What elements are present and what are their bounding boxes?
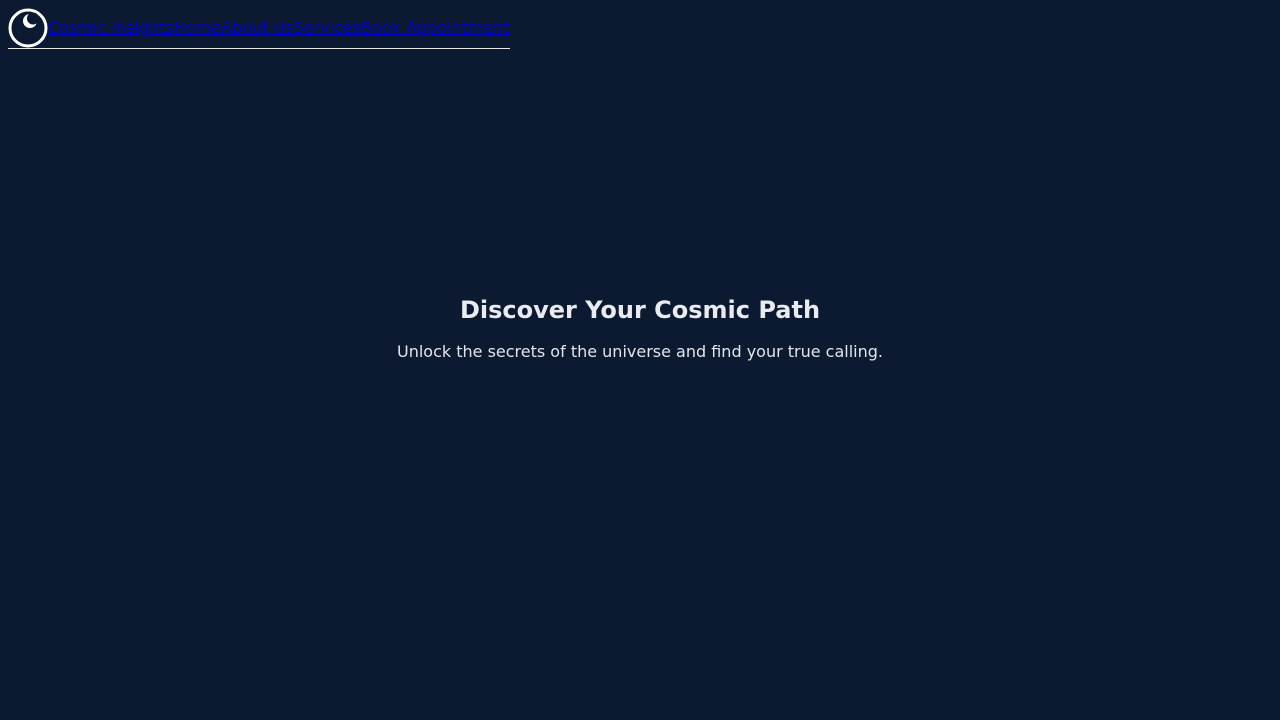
nav-link-about-us[interactable]: About Us — [221, 8, 293, 48]
nav-link-services[interactable]: Services — [293, 8, 360, 48]
nav-link-home[interactable]: Home — [174, 8, 221, 48]
page: Cosmic Insights Home About Us Services B… — [0, 0, 1280, 720]
crescent-moon-icon[interactable] — [8, 8, 48, 48]
top-navbar: Cosmic Insights Home About Us Services B… — [8, 8, 510, 49]
nav-link-book-appointment[interactable]: Book Appointment — [361, 8, 510, 48]
hero-subtitle: Unlock the secrets of the universe and f… — [396, 342, 883, 361]
brand-link[interactable]: Cosmic Insights — [48, 8, 174, 48]
hero-section: Discover Your Cosmic Path Unlock the sec… — [0, 296, 1280, 362]
hero-title: Discover Your Cosmic Path — [459, 296, 821, 324]
